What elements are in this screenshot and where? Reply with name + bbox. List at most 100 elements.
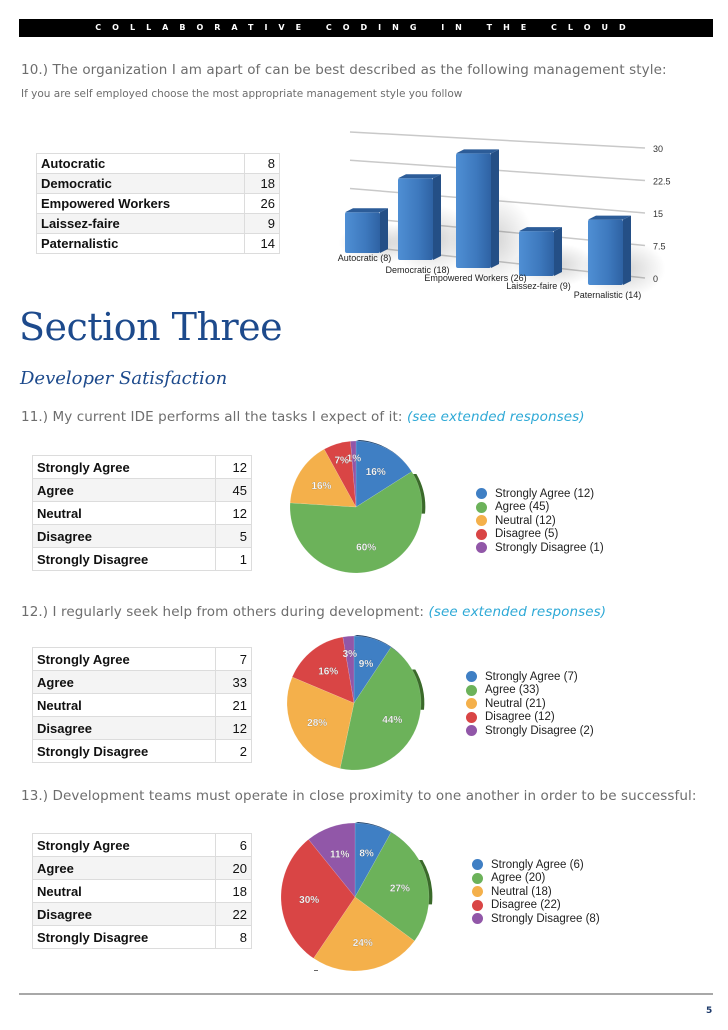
bar-side (491, 149, 499, 268)
legend-swatch-icon (466, 725, 477, 737)
bar-side (554, 227, 562, 276)
bar-front (588, 219, 623, 285)
legend-label: Strongly Disagree (1) (495, 541, 604, 554)
q12-legend: Strongly Agree (7) Agree (33) Neutral (21)… (466, 670, 594, 738)
bar-front (456, 153, 491, 268)
row-value: 21 (215, 693, 252, 717)
legend-item: Neutral (21) (466, 697, 594, 711)
row-value: 12 (215, 501, 252, 525)
row-value: 18 (215, 879, 252, 903)
pie-percent-label: 30% (299, 895, 319, 906)
row-value: 8 (243, 153, 281, 174)
section-title: Section Three (19, 305, 283, 349)
stray-mark (314, 970, 318, 971)
row-label: Agree (31, 670, 217, 694)
row-label: Agree (31, 478, 217, 502)
bar-front (519, 231, 554, 276)
extended-responses-link[interactable]: (see extended responses) (428, 604, 606, 620)
legend-item: Agree (33) (466, 684, 594, 698)
legend-swatch-icon (466, 684, 477, 696)
legend-swatch-icon (472, 872, 483, 884)
footer-rule (19, 993, 713, 995)
row-value: 8 (215, 925, 252, 949)
legend-swatch-icon (476, 528, 487, 540)
pie-percent-label: 27% (390, 883, 410, 894)
legend-label: Strongly Disagree (8) (491, 912, 600, 925)
q10-table: Autocratic 8 Democratic 18 Empowered Workers… (36, 153, 281, 254)
x-category-label: Autocratic (8) (338, 253, 392, 263)
bar (345, 208, 388, 253)
row-label: Neutral (31, 693, 217, 717)
q13-pie-chart: 8% 27% 24% 30% 11% (280, 822, 433, 972)
row-value: 18 (243, 173, 281, 194)
legend-label: Disagree (12) (485, 711, 555, 724)
pie-percent-label: 60% (356, 543, 376, 554)
question-13-title: 13.) Development teams must operate in c… (21, 788, 697, 804)
question-11-text: 11.) My current IDE performs all the tas… (21, 409, 403, 425)
legend-item: Strongly Agree (6) (472, 858, 600, 872)
table-row: Laissez-faire 9 (36, 213, 281, 234)
question-11-title: 11.) My current IDE performs all the tas… (21, 409, 585, 425)
legend-item: Agree (45) (476, 501, 604, 515)
legend-swatch-icon (476, 515, 487, 527)
legend-item: Strongly Disagree (2) (466, 724, 594, 738)
bar (456, 149, 499, 268)
row-value: 5 (215, 524, 252, 548)
extended-responses-link[interactable]: (see extended responses) (407, 409, 585, 425)
table-row: Strongly Agree 6 (31, 833, 252, 857)
row-value: 20 (215, 856, 252, 880)
legend-item: Disagree (5) (476, 528, 604, 542)
row-label: Paternalistic (36, 233, 245, 254)
legend-item: Neutral (18) (472, 885, 600, 899)
row-value: 7 (215, 647, 252, 671)
table-row: Paternalistic 14 (36, 233, 281, 254)
row-label: Strongly Agree (31, 455, 217, 479)
table-row: Strongly Disagree 1 (31, 547, 252, 571)
pie-percent-label: 28% (307, 718, 327, 729)
bar (519, 227, 562, 276)
table-row: Disagree 22 (31, 902, 252, 926)
legend-label: Strongly Disagree (2) (485, 724, 594, 737)
row-value: 33 (215, 670, 252, 694)
row-label: Disagree (31, 524, 217, 548)
y-tick-label: 7.5 (653, 242, 666, 252)
q13-table: Strongly Agree 6 Agree 20 Neutral 18 Disagree 2… (31, 833, 252, 949)
row-value: 1 (215, 547, 252, 571)
row-value: 22 (215, 902, 252, 926)
pie-percent-label: 9% (359, 659, 374, 670)
row-label: Neutral (31, 501, 217, 525)
row-label: Agree (31, 856, 217, 880)
question-10-title: 10.) The organization I am apart of can … (21, 62, 667, 78)
row-value: 26 (243, 193, 281, 214)
legend-swatch-icon (472, 913, 483, 925)
legend-item: Agree (20) (472, 872, 600, 886)
legend-swatch-icon (466, 711, 477, 723)
legend-swatch-icon (476, 542, 487, 554)
question-12-title: 12.) I regularly seek help from others d… (21, 604, 606, 620)
bar-side (380, 208, 388, 253)
bar-side (433, 174, 441, 260)
row-value: 9 (243, 213, 281, 234)
bar (588, 215, 631, 285)
x-category-label: Paternalistic (14) (574, 290, 642, 300)
q11-table: Strongly Agree 12 Agree 45 Neutral 12 Disagree… (31, 455, 252, 571)
q12-table: Strongly Agree 7 Agree 33 Neutral 21 Disagree 1… (31, 647, 252, 763)
legend-item: Disagree (12) (466, 711, 594, 725)
table-row: Agree 20 (31, 856, 252, 880)
legend-item: Strongly Agree (12) (476, 487, 604, 501)
pie-percent-label: 16% (366, 467, 386, 478)
row-label: Strongly Disagree (31, 925, 217, 949)
y-tick-label: 30 (653, 144, 663, 154)
x-category-label: Laissez-faire (9) (506, 281, 571, 291)
row-value: 6 (215, 833, 252, 857)
table-row: Autocratic 8 (36, 153, 281, 174)
q13-legend: Strongly Agree (6) Agree (20) Neutral (18)… (472, 858, 600, 926)
legend-label: Disagree (22) (491, 899, 561, 912)
table-row: Neutral 18 (31, 879, 252, 903)
legend-label: Neutral (21) (485, 697, 546, 710)
page-number: 5 (706, 1006, 713, 1016)
row-label: Empowered Workers (36, 193, 245, 214)
legend-item: Strongly Disagree (1) (476, 541, 604, 555)
row-value: 12 (215, 455, 252, 479)
table-row: Neutral 12 (31, 501, 252, 525)
